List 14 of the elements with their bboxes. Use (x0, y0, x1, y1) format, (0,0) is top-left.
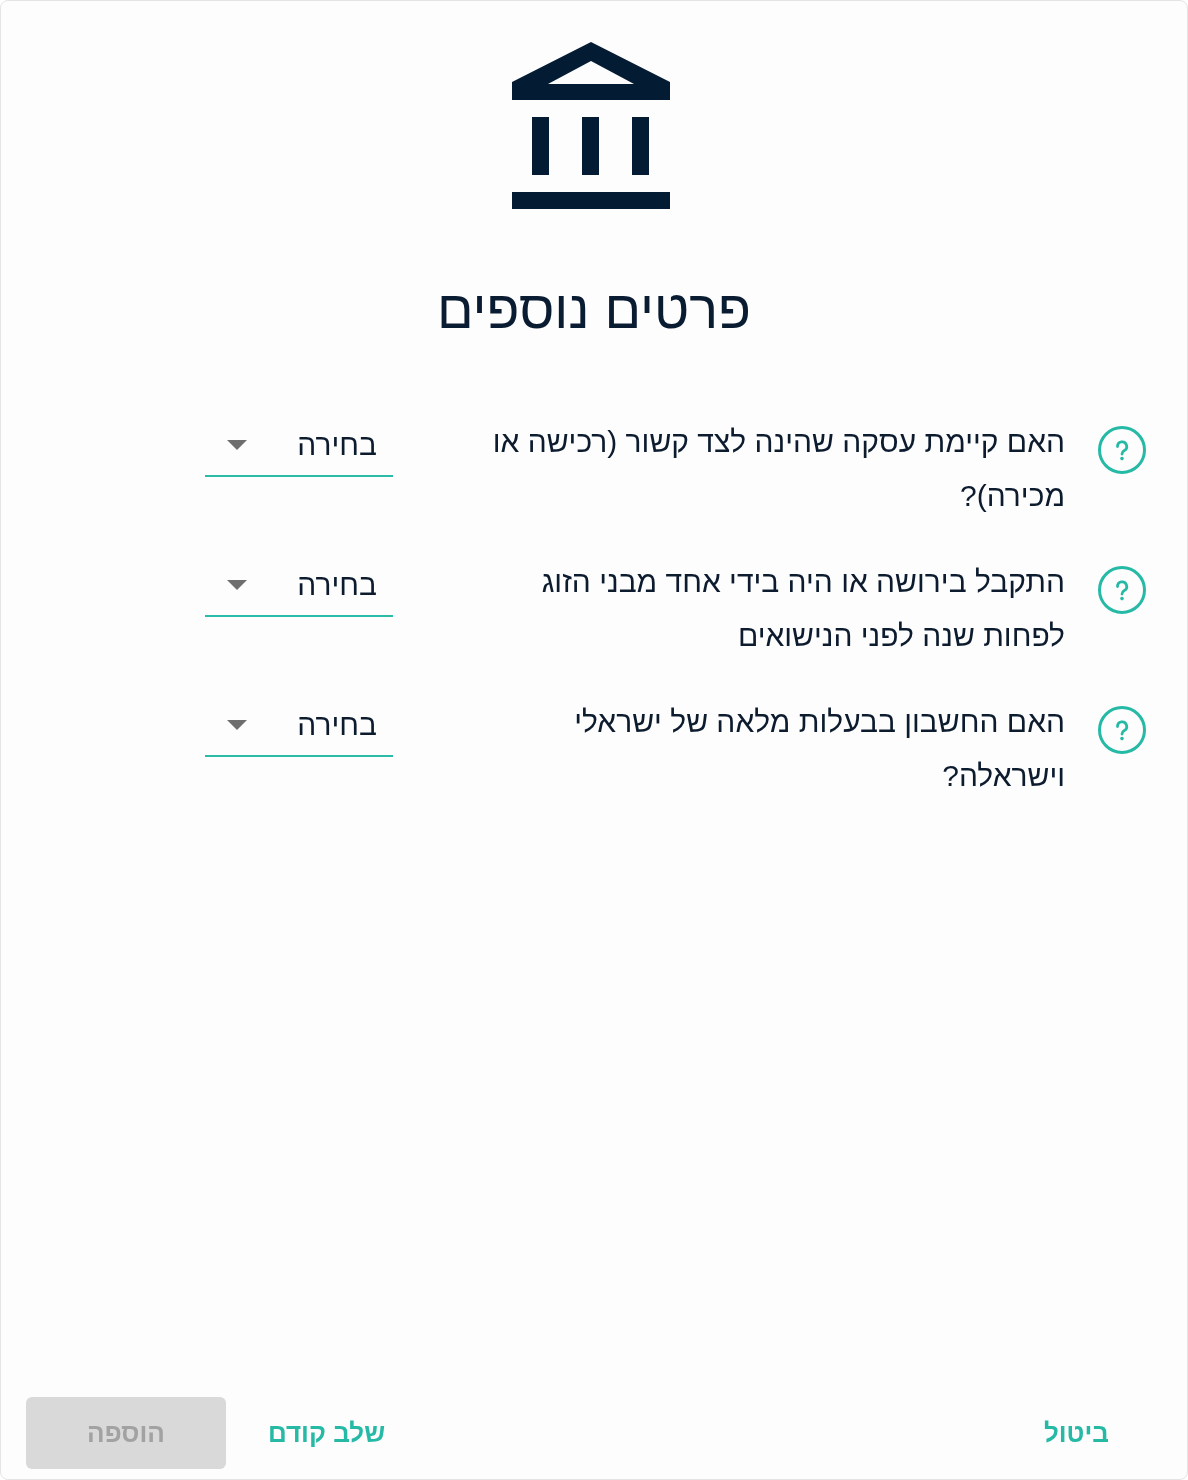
select-field[interactable]: בחירה (205, 695, 393, 757)
dialog-title: פרטים נוספים (437, 279, 752, 339)
help-icon[interactable] (1098, 706, 1146, 754)
caret-icon (227, 720, 247, 730)
select-field[interactable]: בחירה (205, 415, 393, 477)
caret-icon (227, 440, 247, 450)
question-text: התקבל בירושה או היה בידי אחד מבני הזוג לפחות שנה לפני הנישואים (540, 564, 1065, 654)
question-text: האם קיימת עסקה שהינה לצד קשור (רכישה או מכירה)? (491, 424, 1065, 514)
caret-icon (227, 580, 247, 590)
help-icon[interactable] (1098, 426, 1146, 474)
help-icon[interactable] (1098, 566, 1146, 614)
question-text: האם החשבון בבעלות מלאה של ישראלי וישראלה? (573, 704, 1065, 794)
select-field[interactable]: בחירה (205, 555, 393, 617)
bank-building-icon (511, 42, 670, 209)
